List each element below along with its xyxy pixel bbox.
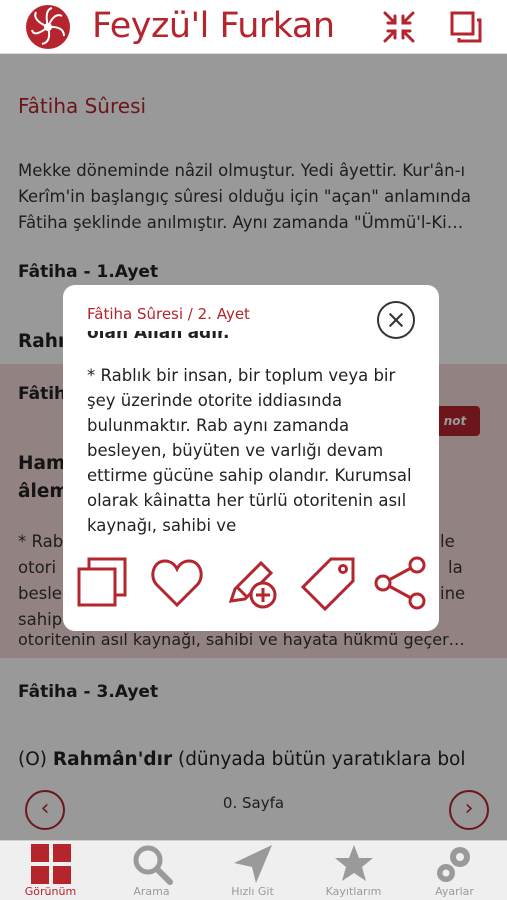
tab-ayarlar[interactable]: Ayarlar (404, 841, 505, 900)
gear-icon (437, 847, 470, 882)
tab-label: Arama (133, 885, 170, 898)
copy-icon[interactable] (449, 10, 483, 44)
copy-icon[interactable] (75, 555, 131, 611)
tab-bar: Görünüm Arama Hızlı Git Kayıtlarım Ayarl… (0, 840, 507, 900)
share-icon[interactable] (373, 555, 429, 611)
tab-hizli-git[interactable]: Hızlı Git (202, 841, 303, 900)
app-header: Feyzü'l Furkan (0, 0, 507, 54)
search-icon (133, 845, 173, 885)
shrink-icon[interactable] (382, 10, 416, 44)
add-note-icon[interactable] (225, 555, 281, 611)
popup-scroll-area[interactable]: olan Allah'adır. * Rablık bir insan, bir… (87, 331, 417, 541)
app-title: Feyzü'l Furkan (92, 6, 335, 46)
tab-arama[interactable]: Arama (101, 841, 202, 900)
tab-label: Görünüm (24, 885, 77, 898)
tag-icon[interactable] (301, 555, 357, 611)
tab-label: Ayarlar (435, 885, 474, 898)
heart-icon[interactable] (149, 555, 205, 611)
grid-icon (31, 844, 71, 884)
popup-action-bar (63, 555, 439, 615)
popup-title: Fâtiha Sûresi / 2. Ayet (87, 305, 250, 323)
tab-kayitlarim[interactable]: Kayıtlarım (303, 841, 404, 900)
ayet-popup: Fâtiha Sûresi / 2. Ayet olan Allah'adır.… (63, 285, 439, 631)
logo-icon (26, 5, 70, 49)
star-icon (335, 845, 373, 881)
tab-label: Kayıtlarım (325, 885, 382, 898)
send-icon (234, 845, 272, 883)
tab-label: Hızlı Git (231, 885, 274, 898)
popup-note-text: * Rablık bir insan, bir toplum veya bir … (87, 366, 412, 535)
popup-cut-line: olan Allah'adır. (87, 331, 230, 343)
tab-gorunum[interactable]: Görünüm (0, 841, 101, 900)
